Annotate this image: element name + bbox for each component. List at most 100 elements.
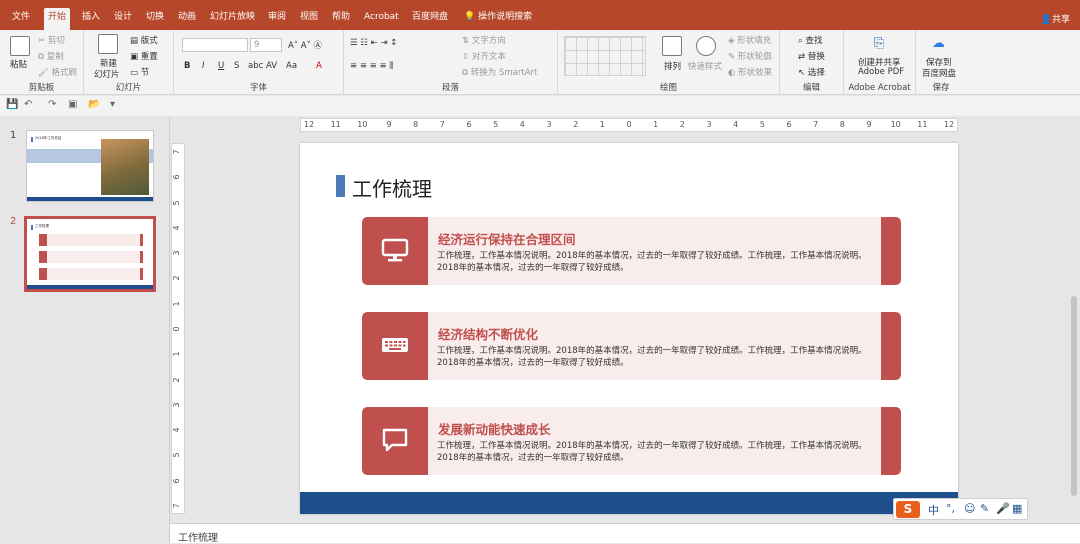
save-to-baidu-label-2: 百度网盘 [922, 69, 957, 79]
char-spacing-button[interactable]: AV [266, 61, 277, 71]
emoji-icon[interactable]: ☺ [964, 502, 975, 515]
font-size-combo[interactable]: 9 [250, 38, 282, 52]
slide-title[interactable]: 工作梳理 [352, 173, 432, 202]
horizontal-ruler[interactable]: 12 11 10 9 8 7 6 5 4 3 2 1 0 1 2 3 4 5 6 7 8 9 10 11 12 [300, 118, 958, 132]
slide-thumbnail-1[interactable]: 2018年工作总结 [26, 130, 154, 202]
tab-slideshow[interactable]: 幻灯片放映 [206, 8, 259, 26]
bold-button[interactable]: B [184, 61, 190, 71]
tab-acrobat[interactable]: Acrobat [360, 8, 403, 26]
find-button[interactable]: ⌕ 查找 [798, 34, 822, 46]
group-label-drawing: 绘图 [659, 83, 677, 93]
underline-button[interactable]: U [218, 61, 224, 71]
section-button[interactable]: ▭ 节 [130, 66, 149, 78]
redo-icon[interactable]: ↷ [48, 99, 56, 110]
shadow-button[interactable]: S [234, 61, 239, 71]
bullets-button[interactable]: ☰ ☷ ⇤ ⇥ ↕ [350, 38, 397, 48]
group-save: ☁ 保存到 百度网盘 保存 [916, 30, 966, 95]
smartart-button[interactable]: ⧉ 转换为 SmartArt [462, 66, 537, 78]
shape-fill-button[interactable]: ◈ 形状填充 [728, 34, 771, 46]
card-2[interactable]: 经济结构不断优化 工作梳理，工作基本情况说明。2018年的基本情况，过去的一年取… [362, 312, 901, 380]
replace-button[interactable]: ⇄ 替换 [798, 50, 825, 62]
effects-icon: ◐ [728, 68, 739, 78]
save-icon[interactable]: 💾 [6, 99, 18, 110]
tab-file[interactable]: 文件 [8, 8, 34, 26]
notes-pane[interactable]: 工作梳理 [170, 523, 1080, 544]
thumb2-accent [31, 225, 33, 230]
vruler-label: 4 [172, 427, 182, 433]
vertical-ruler[interactable]: 7 6 5 4 3 2 1 0 1 2 3 4 5 6 7 [171, 143, 185, 514]
select-button[interactable]: ↖ 选择 [798, 66, 825, 78]
font-color-button[interactable]: A [316, 61, 322, 71]
tab-review[interactable]: 审阅 [264, 8, 290, 26]
group-slides: 新建 幻灯片 ▤ 版式 ▣ 重置 ▭ 节 幻灯片 [84, 30, 174, 95]
tab-home[interactable]: 开始 [44, 8, 71, 30]
card-3-heading: 发展新动能快速成长 [438, 422, 551, 437]
thumb2-title: 工作梳理 [35, 224, 49, 228]
change-case-button[interactable]: Aa [286, 61, 297, 71]
group-label-paragraph: 段落 [441, 83, 459, 93]
shapes-gallery[interactable] [564, 36, 646, 76]
smartart-icon: ⧉ [462, 68, 471, 78]
paste-icon [10, 36, 30, 56]
shape-effects-button[interactable]: ◐ 形状效果 [728, 66, 772, 78]
customize-qat-icon[interactable]: ▾ [110, 99, 115, 110]
tab-insert[interactable]: 插入 [78, 8, 104, 26]
tab-view[interactable]: 视图 [296, 8, 322, 26]
tab-baidu[interactable]: 百度网盘 [408, 8, 452, 26]
tab-design[interactable]: 设计 [110, 8, 136, 26]
vruler-label: 7 [172, 149, 182, 155]
share-button[interactable]: 👤共享 [1041, 12, 1070, 25]
ime-toolbar[interactable]: S 中 °, ☺ ✎ 🎤 ▦ [893, 498, 1028, 520]
pen-icon[interactable]: ✎ [980, 502, 989, 515]
slide-canvas[interactable]: 工作梳理 经济运行保持在合理区间 工作梳理，工作基本情况说明。2018年的基本情… [300, 143, 958, 514]
chat-bubble-icon [382, 428, 408, 452]
microphone-icon[interactable]: 🎤 [996, 502, 1010, 515]
text-direction-button[interactable]: ⇅ 文字方向 [462, 34, 506, 46]
copy-button[interactable]: ⧉ 复制 [38, 50, 64, 62]
quick-styles-button[interactable]: 快速样式 [688, 60, 722, 72]
undo-icon[interactable]: ↶ [24, 99, 32, 110]
card-3-end-bar [881, 407, 901, 475]
ime-mode-toggle[interactable]: 中 [928, 502, 939, 518]
hruler-label: 11 [330, 120, 341, 129]
slide-thumbnail-2[interactable]: 工作梳理 [24, 216, 156, 292]
card-2-heading: 经济结构不断优化 [438, 327, 539, 342]
group-clipboard: 粘贴 ✂ 剪切 ⧉ 复制 🖌 格式刷 剪贴板 [0, 30, 84, 95]
open-icon[interactable]: 📂 [88, 99, 100, 110]
sogou-logo-icon[interactable]: S [896, 501, 920, 518]
font-name-combo[interactable] [182, 38, 248, 52]
cut-button[interactable]: ✂ 剪切 [38, 34, 65, 46]
cursor-icon: ↖ [798, 68, 808, 78]
italic-button[interactable]: I [202, 61, 205, 71]
vertical-scrollbar[interactable] [1068, 116, 1080, 523]
card-3[interactable]: 发展新动能快速成长 工作梳理，工作基本情况说明。2018年的基本情况，过去的一年… [362, 407, 901, 475]
shape-outline-button[interactable]: ✎ 形状轮廓 [728, 50, 772, 62]
tell-me-search[interactable]: 💡 操作说明搜索 [460, 8, 536, 26]
tab-help[interactable]: 帮助 [328, 8, 354, 26]
notes-text[interactable]: 工作梳理 [178, 529, 218, 544]
strikethrough-button[interactable]: abc [248, 61, 263, 71]
vruler-label: 6 [172, 174, 182, 180]
baidu-cloud-icon: ☁ [932, 36, 945, 51]
paste-button[interactable]: 粘贴 [10, 58, 27, 70]
card-1[interactable]: 经济运行保持在合理区间 工作梳理，工作基本情况说明。2018年的基本情况，过去的… [362, 217, 901, 285]
tab-animations[interactable]: 动画 [174, 8, 200, 26]
layout-button[interactable]: ▤ 版式 [130, 34, 158, 46]
group-acrobat: ⎘ 创建并共享 Adobe PDF Adobe Acrobat [844, 30, 916, 95]
grid-icon[interactable]: ▦ [1012, 502, 1022, 515]
arrange-button[interactable]: 排列 [664, 60, 681, 72]
align-buttons[interactable]: ≡ ≡ ≡ ≡ ⫼ [350, 61, 393, 71]
font-size-buttons[interactable]: A˄ A˅ Ⓐ [288, 39, 322, 51]
present-icon[interactable]: ▣ [68, 99, 77, 110]
create-pdf-label-2: Adobe PDF [858, 67, 905, 77]
format-painter-button[interactable]: 🖌 格式刷 [38, 66, 77, 78]
scrollbar-thumb[interactable] [1071, 296, 1077, 496]
group-paragraph: ☰ ☷ ⇤ ⇥ ↕ ⇅ 文字方向 ⇳ 对齐文本 ⧉ 转换为 SmartArt ≡… [344, 30, 558, 95]
hruler-label: 0 [626, 120, 632, 129]
vruler-label: 2 [172, 275, 182, 281]
tab-transitions[interactable]: 切换 [142, 8, 168, 26]
align-text-button[interactable]: ⇳ 对齐文本 [462, 50, 506, 62]
punctuation-icon[interactable]: °, [946, 502, 955, 515]
reset-button[interactable]: ▣ 重置 [130, 50, 158, 62]
vruler-label: 6 [172, 478, 182, 484]
